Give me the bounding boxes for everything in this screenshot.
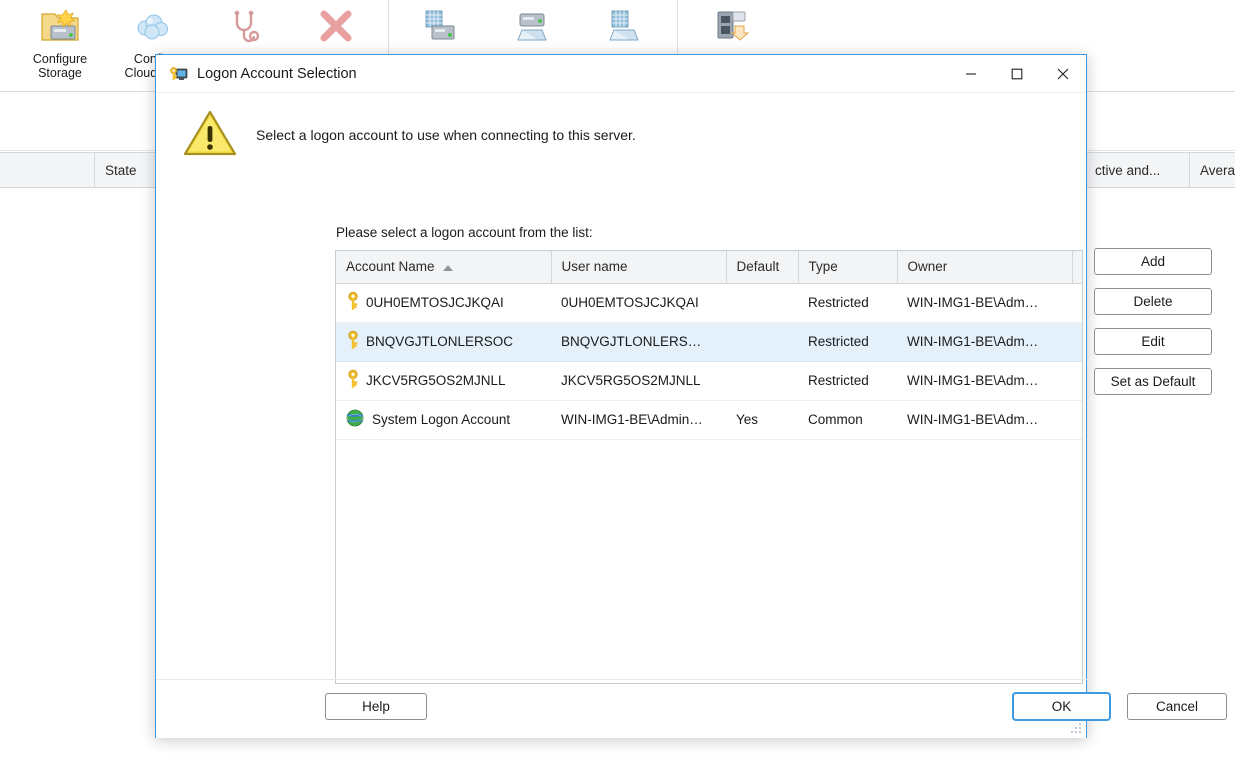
cell-spacer — [1072, 321, 1082, 362]
warning-triangle-icon — [182, 108, 238, 163]
ribbon-button-configure-storage[interactable]: Configure Storage — [14, 2, 106, 80]
set-as-default-button[interactable]: Set as Default — [1094, 368, 1212, 395]
footer-separator — [156, 679, 1088, 680]
background-column-average[interactable]: Avera — [1190, 153, 1235, 187]
account-name-text: BNQVGJTLONLERSOC — [366, 334, 514, 349]
account-list[interactable]: Account Name User name Default Type Owne… — [335, 250, 1083, 684]
cell-owner: WIN-IMG1-BE\Adm… — [897, 400, 1072, 440]
cell-default — [726, 321, 798, 362]
cell-type: Restricted — [798, 283, 897, 323]
ok-button[interactable]: OK — [1013, 693, 1110, 720]
cell-type: Common — [798, 400, 897, 440]
cell-spacer — [1072, 400, 1082, 440]
catalog-icon — [512, 6, 554, 50]
cell-owner: WIN-IMG1-BE\Adm… — [897, 283, 1072, 323]
cell-user-name: 0UH0EMTOSJCJKQAI — [551, 283, 726, 323]
dialog-titlebar[interactable]: Logon Account Selection — [156, 55, 1086, 93]
cell-account-name: System Logon Account — [336, 400, 551, 440]
column-header-account-name[interactable]: Account Name — [336, 251, 552, 284]
help-button[interactable]: Help — [325, 693, 427, 720]
column-header-label: Account Name — [346, 259, 435, 275]
close-icon[interactable] — [1040, 55, 1086, 93]
cell-type: Restricted — [798, 321, 897, 362]
account-table-body: 0UH0EMTOSJCJKQAI 0UH0EMTOSJCJKQAI Restri… — [336, 283, 1082, 440]
key-icon — [346, 330, 362, 353]
cell-account-name: JKCV5RG5OS2MJNLL — [336, 361, 551, 401]
configure-cloud-storage-icon — [131, 6, 173, 50]
cell-spacer — [1072, 283, 1082, 323]
table-row[interactable]: System Logon Account WIN-IMG1-BE\Admin… … — [336, 400, 1082, 440]
account-name-text: 0UH0EMTOSJCJKQAI — [366, 295, 504, 310]
globe-icon — [346, 409, 364, 430]
restore-icon — [709, 6, 751, 50]
configure-storage-icon — [39, 6, 81, 50]
delete-button[interactable]: Delete — [1094, 288, 1212, 315]
cancel-button[interactable]: Cancel — [1127, 693, 1227, 720]
ribbon-button-label: Configure Storage — [32, 52, 88, 80]
table-header-row: Account Name User name Default Type Owne… — [336, 251, 1082, 284]
cell-type: Restricted — [798, 361, 897, 401]
cell-owner: WIN-IMG1-BE\Adm… — [897, 361, 1072, 401]
cell-account-name: 0UH0EMTOSJCJKQAI — [336, 283, 551, 323]
dialog-body: Select a logon account to use when conne… — [156, 93, 1227, 738]
key-icon — [346, 369, 362, 392]
column-header-type[interactable]: Type — [798, 251, 898, 284]
minimize-icon[interactable] — [948, 55, 994, 93]
cell-user-name: JKCV5RG5OS2MJNLL — [551, 361, 726, 401]
column-header-spacer — [1072, 251, 1082, 284]
account-table: Account Name User name Default Type Owne… — [336, 251, 1082, 440]
ribbon-button-delete[interactable] — [290, 2, 382, 50]
ribbon-button-restore[interactable] — [684, 2, 776, 50]
cell-default: Yes — [726, 400, 798, 440]
key-monitor-icon — [170, 66, 188, 82]
cell-account-name: BNQVGJTLONLERSOC — [336, 321, 551, 362]
warning-text: Select a logon account to use when conne… — [256, 127, 636, 143]
inventory-icon — [420, 6, 462, 50]
account-name-text: JKCV5RG5OS2MJNLL — [366, 373, 506, 388]
background-column-active[interactable]: ctive and... — [1085, 153, 1190, 187]
cell-spacer — [1072, 361, 1082, 401]
dialog-title: Logon Account Selection — [197, 65, 357, 82]
sort-ascending-icon — [442, 264, 453, 271]
resize-grip[interactable] — [1069, 721, 1083, 735]
column-header-owner[interactable]: Owner — [897, 251, 1073, 284]
maximize-icon[interactable] — [994, 55, 1040, 93]
key-icon — [346, 291, 362, 314]
ribbon-button-media[interactable] — [579, 2, 671, 50]
prompt-label: Please select a logon account from the l… — [336, 225, 593, 240]
add-button[interactable]: Add — [1094, 248, 1212, 275]
window-controls — [948, 55, 1086, 93]
ribbon-button-inventory[interactable] — [395, 2, 487, 50]
column-header-user-name[interactable]: User name — [551, 251, 727, 284]
cell-user-name: BNQVGJTLONLERS… — [551, 321, 726, 362]
cell-default — [726, 361, 798, 401]
table-row[interactable]: BNQVGJTLONLERSOC BNQVGJTLONLERS… Restric… — [336, 321, 1082, 362]
edit-button[interactable]: Edit — [1094, 328, 1212, 355]
cell-user-name: WIN-IMG1-BE\Admin… — [551, 400, 726, 440]
delete-icon — [315, 6, 357, 50]
troubleshoot-icon — [223, 6, 265, 50]
cell-owner: WIN-IMG1-BE\Adm… — [897, 321, 1072, 362]
ribbon-button-troubleshoot[interactable] — [198, 2, 290, 50]
column-header-default[interactable]: Default — [726, 251, 799, 284]
logon-account-selection-dialog: Logon Account Selection Select a logon a… — [155, 54, 1227, 738]
ribbon-button-catalog[interactable] — [487, 2, 579, 50]
media-icon — [604, 6, 646, 50]
table-row[interactable]: JKCV5RG5OS2MJNLL JKCV5RG5OS2MJNLL Restri… — [336, 361, 1082, 401]
account-name-text: System Logon Account — [372, 412, 511, 427]
cell-default — [726, 283, 798, 323]
warning-banner: Select a logon account to use when conne… — [156, 93, 1086, 163]
background-column-blank[interactable] — [0, 153, 95, 187]
table-row[interactable]: 0UH0EMTOSJCJKQAI 0UH0EMTOSJCJKQAI Restri… — [336, 283, 1082, 323]
account-action-buttons: Add Delete Edit Set as Default — [1094, 248, 1212, 395]
